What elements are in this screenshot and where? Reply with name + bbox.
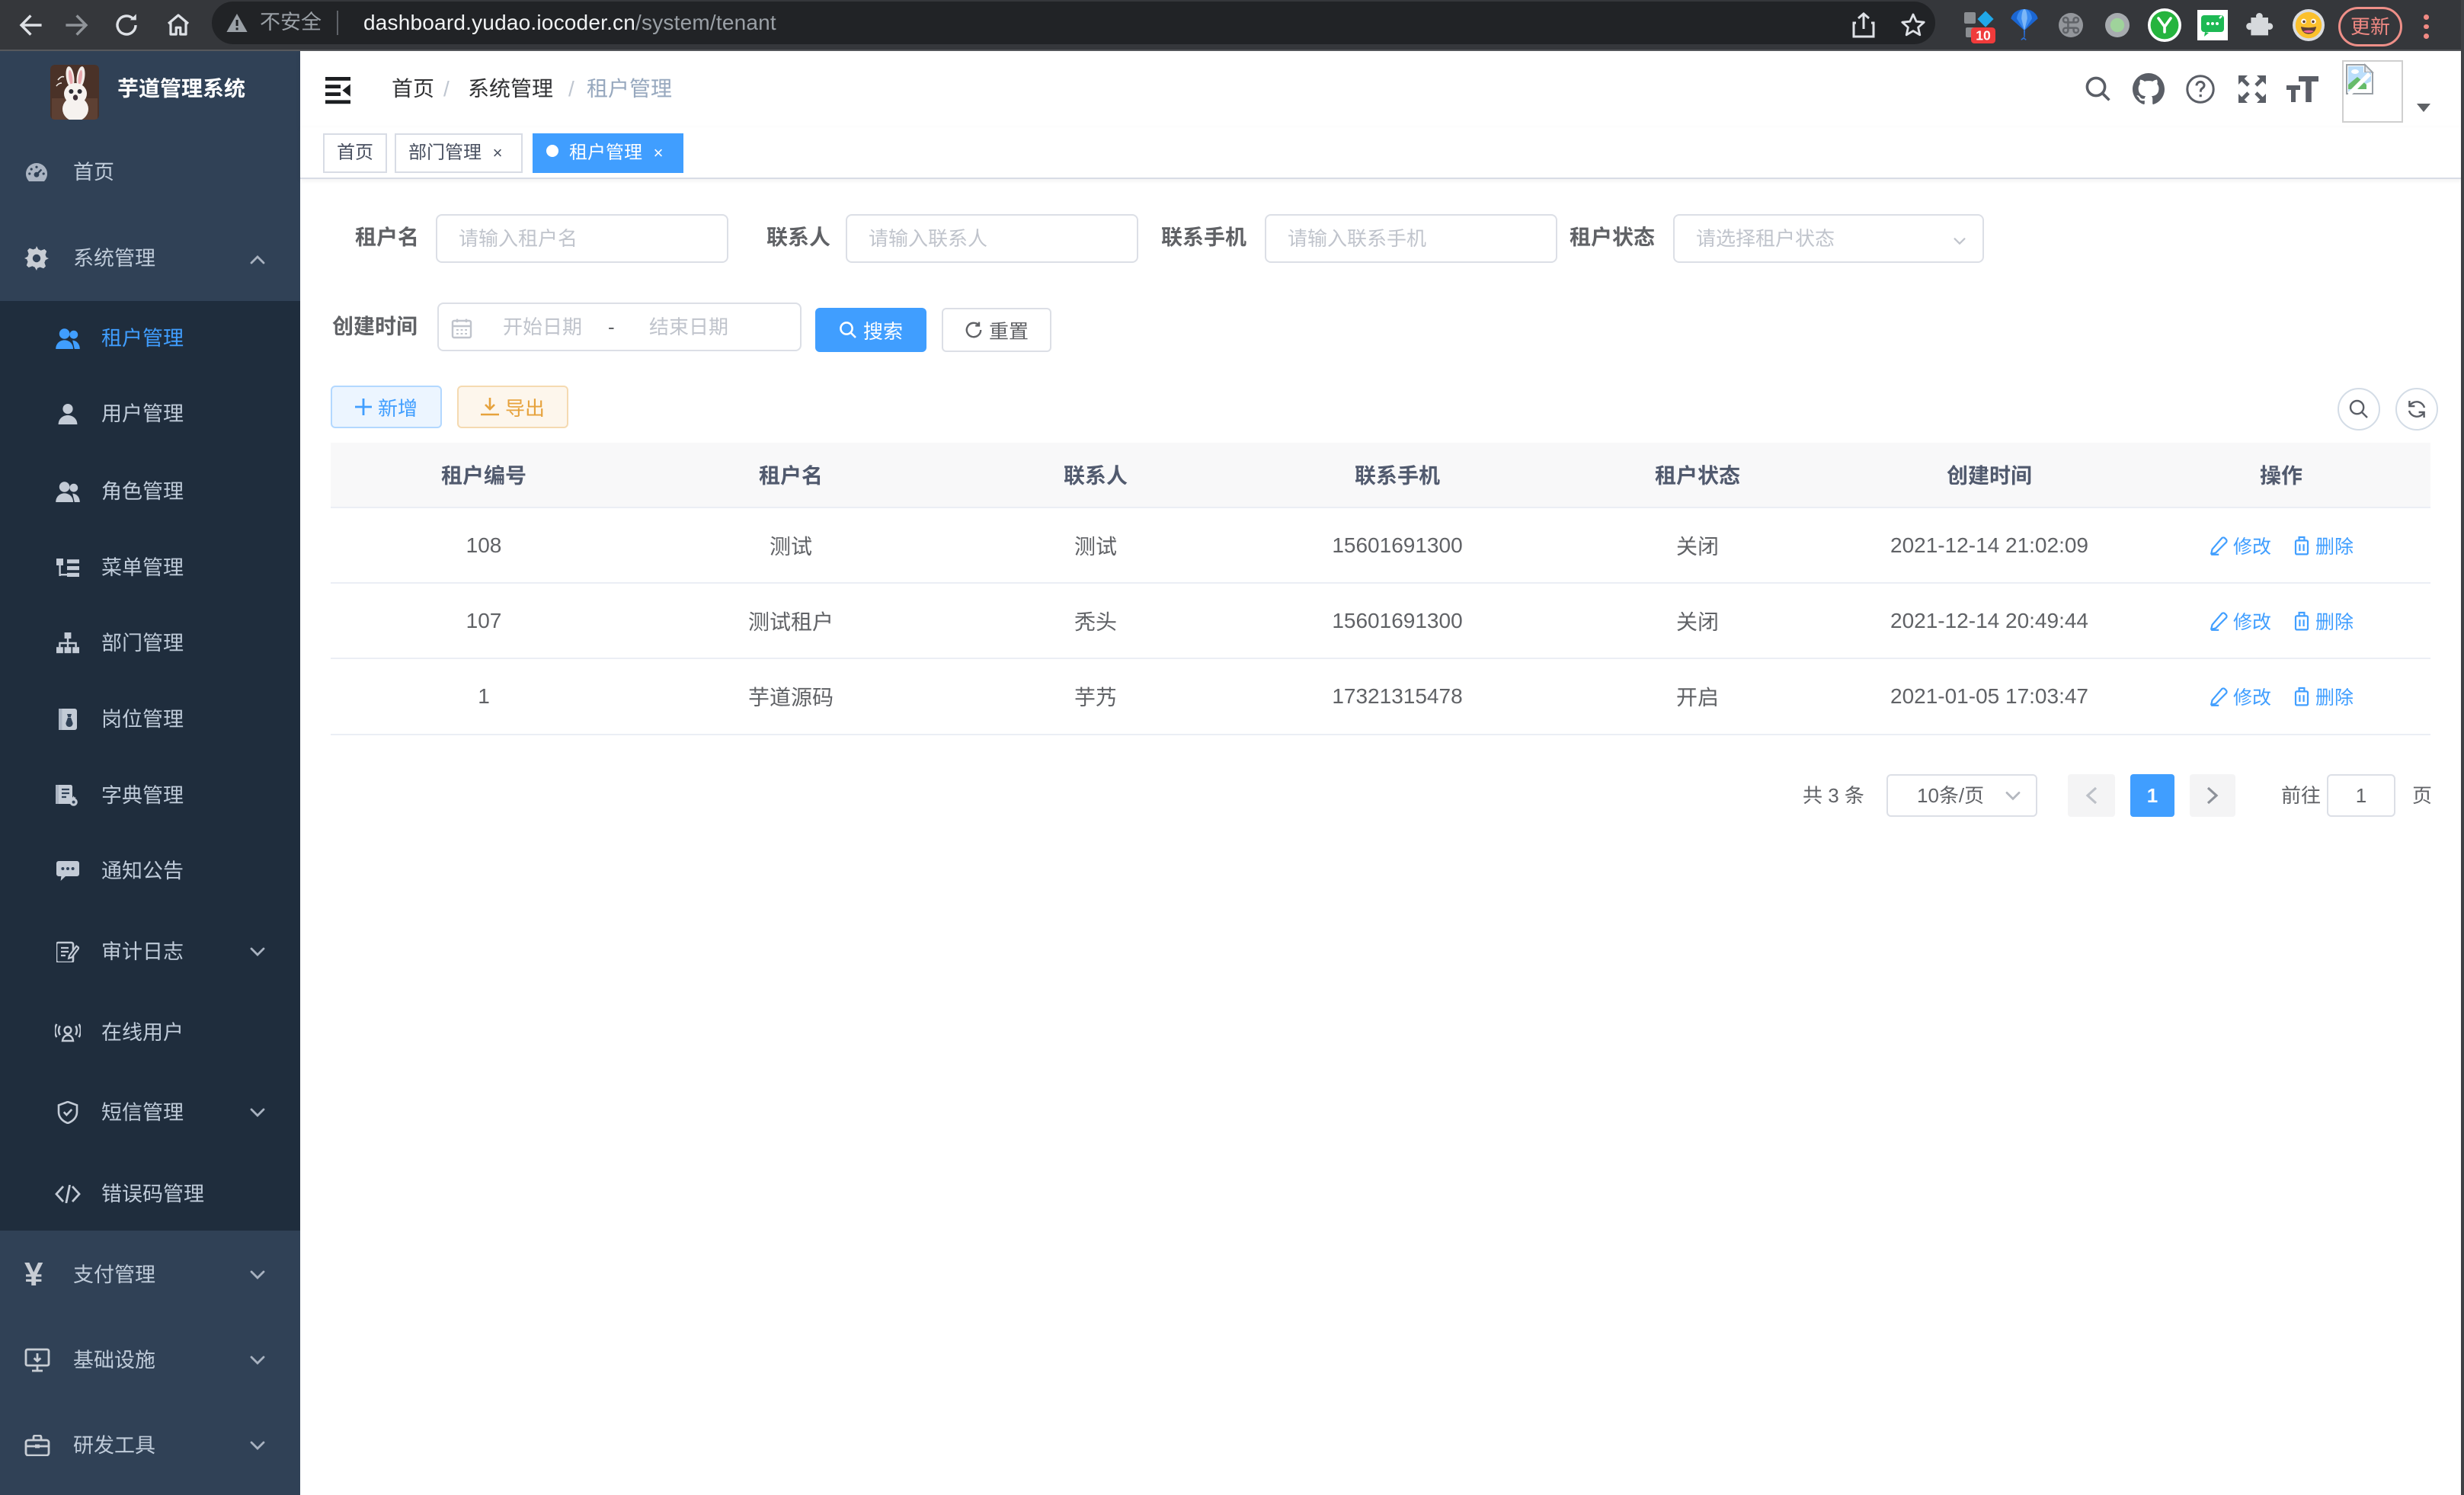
svg-text:10: 10 <box>1976 28 1991 43</box>
